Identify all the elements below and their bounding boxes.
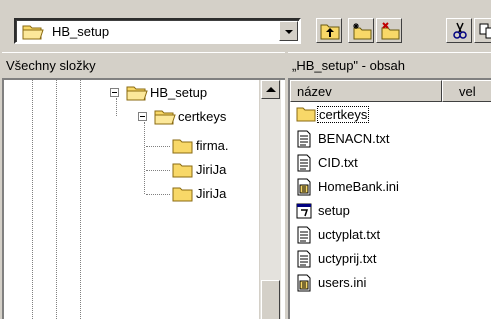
- folder-open-icon: [22, 25, 44, 40]
- tree-item-label: JiriJa: [196, 162, 227, 177]
- folder-icon: [296, 107, 316, 122]
- folder-icon: [172, 187, 193, 202]
- toolbar: HB_setup: [0, 0, 491, 50]
- chevron-down-icon: [285, 30, 293, 34]
- file-name: HomeBank.ini: [318, 179, 399, 194]
- new-folder-icon: [353, 23, 372, 40]
- ini-file-icon: [297, 178, 311, 196]
- tree-item-jirija-2[interactable]: JiriJa: [172, 185, 258, 203]
- right-pane-header: „HB_setup" - obsah: [288, 52, 491, 76]
- folder-open-icon: [126, 86, 148, 101]
- tree-item-firma[interactable]: firma.: [172, 137, 258, 155]
- file-name: users.ini: [318, 275, 367, 290]
- new-folder-button[interactable]: [348, 18, 374, 43]
- text-file-icon: [297, 154, 311, 172]
- file-name: setup: [318, 203, 350, 218]
- folder-icon: [172, 139, 193, 154]
- file-name: BENACN.txt: [318, 131, 390, 146]
- cut-button[interactable]: [446, 18, 472, 43]
- file-name: uctyprij.txt: [318, 251, 377, 266]
- text-file-icon: [297, 250, 311, 268]
- file-name: certkeys: [316, 106, 370, 123]
- scroll-up-button[interactable]: [261, 80, 280, 99]
- collapse-toggle[interactable]: [110, 88, 119, 97]
- tree-guide-line: [146, 146, 170, 147]
- address-dropdown-button[interactable]: [279, 21, 298, 41]
- tree-item-label: firma.: [196, 138, 229, 153]
- column-header-name[interactable]: název: [290, 80, 442, 102]
- left-pane-header: Všechny složky: [2, 52, 285, 76]
- delete-button[interactable]: [376, 18, 402, 43]
- tree-item-hb-setup[interactable]: HB_setup: [126, 84, 256, 102]
- tree-guide-line: [146, 170, 170, 171]
- file-name: CID.txt: [318, 155, 358, 170]
- copy-icon: [479, 23, 491, 39]
- folder-contents[interactable]: název vel certkeys BENACN.txt CID.txt Ho…: [288, 78, 491, 319]
- text-file-icon: [297, 226, 311, 244]
- copy-button[interactable]: [474, 18, 491, 43]
- address-text: HB_setup: [52, 24, 110, 39]
- file-name: uctyplat.txt: [318, 227, 381, 242]
- tree-guide-line: [80, 80, 81, 319]
- scissors-icon: [453, 22, 467, 39]
- folder-open-icon: [154, 110, 176, 125]
- tree-item-label: HB_setup: [150, 85, 208, 100]
- tree-guide-line: [144, 122, 145, 194]
- tree-guide-line: [32, 80, 33, 319]
- tree-item-label: certkeys: [178, 109, 227, 124]
- text-file-icon: [297, 130, 311, 148]
- tree-guide-line: [116, 98, 117, 116]
- tree-item-certkeys[interactable]: certkeys: [154, 108, 258, 126]
- up-folder-icon: [320, 24, 340, 40]
- scrollbar-thumb[interactable]: [261, 280, 280, 319]
- folder-tree[interactable]: HB_setup certkeys firma. JiriJa JiriJa: [2, 78, 285, 319]
- up-folder-button[interactable]: [316, 18, 342, 43]
- tree-item-label: JiriJa: [196, 186, 227, 201]
- address-combo[interactable]: HB_setup: [14, 18, 301, 44]
- column-header-size[interactable]: vel: [442, 80, 491, 102]
- delete-icon: [381, 22, 400, 40]
- vertical-scrollbar[interactable]: [259, 80, 281, 319]
- folder-icon: [172, 163, 193, 178]
- setup-file-icon: [296, 203, 312, 219]
- tree-guide-line: [56, 80, 57, 319]
- ini-file-icon: [297, 274, 311, 292]
- arrow-up-icon: [266, 87, 276, 92]
- tree-item-jirija-1[interactable]: JiriJa: [172, 161, 258, 179]
- collapse-toggle[interactable]: [138, 112, 147, 121]
- tree-guide-line: [146, 194, 170, 195]
